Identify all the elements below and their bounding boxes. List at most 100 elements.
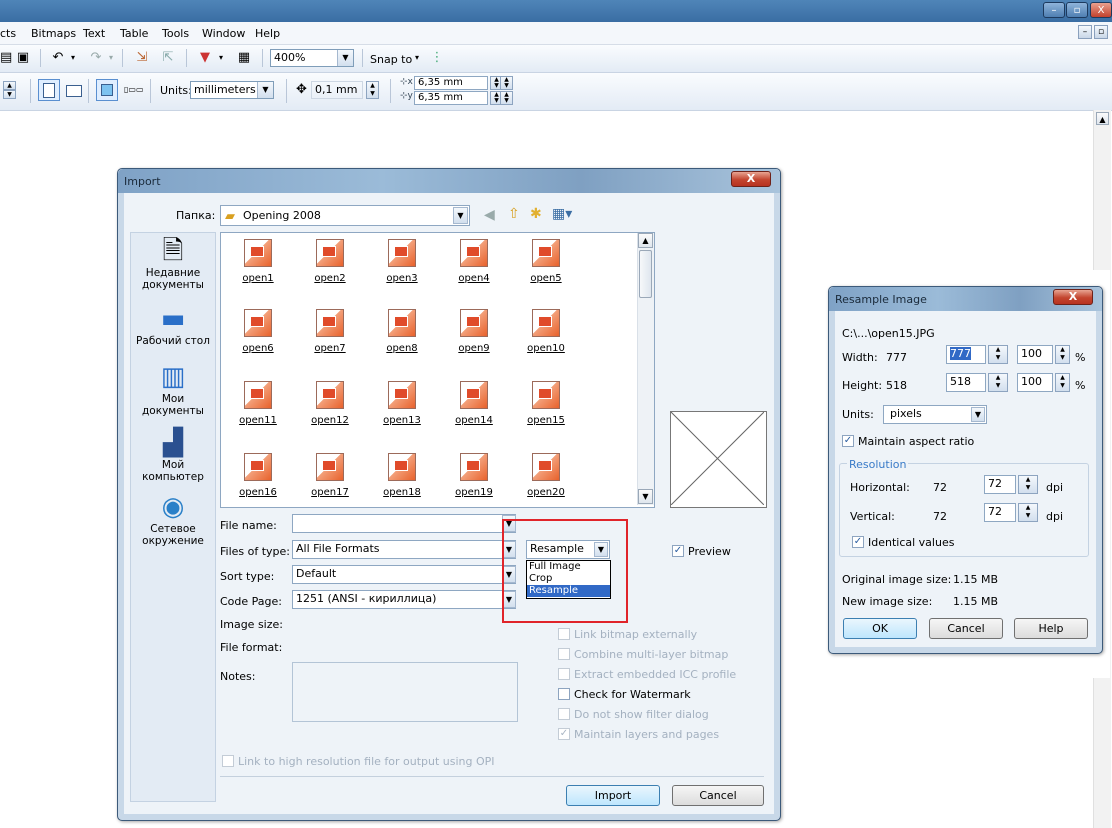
file-item-open5[interactable]: open5 [521, 239, 571, 284]
menu-help[interactable]: Help [255, 27, 280, 40]
scroll-down-icon[interactable]: ▼ [638, 489, 653, 504]
portrait-icon[interactable] [38, 79, 60, 101]
place-desktop[interactable]: ▬ Рабочий стол [133, 303, 213, 347]
file-item-open7[interactable]: open7 [305, 309, 355, 354]
horizontal-dpi-input[interactable]: 72 [984, 475, 1016, 494]
copy-icon[interactable]: ▤ [0, 49, 12, 67]
files-of-type-select[interactable]: All File Formats [292, 540, 516, 559]
restore-button[interactable]: ▫ [1066, 2, 1088, 18]
folder-select[interactable]: ▰ Opening 2008 ▼ [220, 205, 470, 226]
file-item-open9[interactable]: open9 [449, 309, 499, 354]
file-item-open19[interactable]: open19 [449, 453, 499, 498]
file-item-open1[interactable]: open1 [233, 239, 283, 284]
undo-icon[interactable]: ↶ [48, 49, 68, 67]
snap-dropdown-icon[interactable]: ▾ [412, 49, 422, 67]
options-icon[interactable]: ⋮ [428, 49, 446, 67]
units-select[interactable]: millimeters ▼ [190, 81, 274, 99]
link-bitmap-checkbox[interactable] [558, 628, 570, 640]
vertical-dpi-spinner[interactable]: ▲ ▼ [1018, 503, 1038, 522]
menu-text[interactable]: Text [83, 27, 105, 40]
file-item-open8[interactable]: open8 [377, 309, 427, 354]
horizontal-dpi-spinner[interactable]: ▲ ▼ [1018, 475, 1038, 494]
file-item-open18[interactable]: open18 [377, 453, 427, 498]
file-item-open13[interactable]: open13 [377, 381, 427, 426]
vertical-dpi-input[interactable]: 72 [984, 503, 1016, 522]
file-item-open3[interactable]: open3 [377, 239, 427, 284]
view-menu-icon[interactable]: ▦▾ [552, 206, 572, 222]
doc-minimize-button[interactable]: – [1078, 25, 1092, 39]
resample-cancel-button[interactable]: Cancel [929, 618, 1003, 639]
app-launcher-icon[interactable]: ▦ [234, 49, 254, 67]
file-item-open2[interactable]: open2 [305, 239, 355, 284]
redo-dropdown-icon[interactable]: ▾ [106, 49, 116, 67]
width-spinner[interactable]: ▲ ▼ [988, 345, 1008, 364]
close-button[interactable]: X [1090, 2, 1112, 18]
resample-close-button[interactable]: X [1053, 289, 1093, 305]
help-button[interactable]: Help [1014, 618, 1088, 639]
file-item-open20[interactable]: open20 [521, 453, 571, 498]
file-item-open14[interactable]: open14 [449, 381, 499, 426]
duplicate-x-spinner-2[interactable]: ▲ ▼ [500, 76, 513, 90]
menu-bitmaps[interactable]: Bitmaps [31, 27, 76, 40]
menu-table[interactable]: Table [120, 27, 148, 40]
publish-dropdown-icon[interactable]: ▾ [216, 49, 226, 67]
width-input[interactable]: 777 [946, 345, 986, 364]
height-percent-spinner[interactable]: ▲ ▼ [1055, 373, 1070, 392]
preview-checkbox[interactable]: ✓ [672, 545, 684, 557]
identical-values-checkbox[interactable]: ✓ [852, 536, 864, 548]
new-folder-icon[interactable]: ✱ [530, 206, 542, 222]
check-watermark-checkbox[interactable] [558, 688, 570, 700]
duplicate-y-field[interactable]: 6,35 mm [414, 91, 488, 105]
import-close-button[interactable]: X [731, 171, 771, 187]
doc-restore-button[interactable]: ▫ [1094, 25, 1108, 39]
combine-layers-checkbox[interactable] [558, 648, 570, 660]
place-network[interactable]: ◉ Сетевое окружение [133, 491, 213, 547]
export-icon[interactable]: ⇱ [158, 49, 178, 67]
file-item-open15[interactable]: open15 [521, 381, 571, 426]
file-item-open11[interactable]: open11 [233, 381, 283, 426]
import-button[interactable]: Import [566, 785, 660, 806]
minimize-button[interactable]: – [1043, 2, 1065, 18]
back-icon[interactable]: ◀ [484, 207, 495, 223]
place-documents[interactable]: ▥ Мои документы [133, 361, 213, 417]
height-percent-input[interactable]: 100 [1017, 373, 1053, 392]
publish-icon[interactable]: ▼ [196, 49, 214, 67]
file-item-open4[interactable]: open4 [449, 239, 499, 284]
file-list-scrollbar[interactable]: ▲ ▼ [637, 233, 654, 505]
up-folder-icon[interactable]: ⇧ [508, 206, 520, 222]
import-icon[interactable]: ⇲ [132, 49, 152, 67]
width-percent-input[interactable]: 100 [1017, 345, 1053, 364]
width-percent-spinner[interactable]: ▲ ▼ [1055, 345, 1070, 364]
code-page-select[interactable]: 1251 (ANSI - кириллица) [292, 590, 516, 609]
file-item-open6[interactable]: open6 [233, 309, 283, 354]
import-cancel-button[interactable]: Cancel [672, 785, 764, 806]
all-pages-icon[interactable] [96, 79, 118, 101]
current-page-icon[interactable]: ▯▭▭ [124, 85, 144, 95]
chevron-down-icon[interactable]: ▼ [453, 207, 468, 224]
file-list[interactable]: open1 open2 open3 open4 open5 open6 open… [220, 232, 655, 508]
height-spinner[interactable]: ▲ ▼ [988, 373, 1008, 392]
zoom-level-select[interactable]: 400% ▼ [270, 49, 354, 67]
file-item-open17[interactable]: open17 [305, 453, 355, 498]
file-item-open12[interactable]: open12 [305, 381, 355, 426]
scroll-thumb[interactable] [639, 250, 652, 298]
paste-icon[interactable]: ▣ [14, 49, 32, 67]
spin-up-icon[interactable]: ▲ [3, 81, 16, 90]
no-filter-dialog-checkbox[interactable] [558, 708, 570, 720]
resample-units-select[interactable]: pixels ▼ [883, 405, 987, 424]
extract-icc-checkbox[interactable] [558, 668, 570, 680]
redo-icon[interactable]: ↷ [86, 49, 106, 67]
ok-button[interactable]: OK [843, 618, 917, 639]
file-item-open16[interactable]: open16 [233, 453, 283, 498]
menu-window[interactable]: Window [202, 27, 245, 40]
place-computer[interactable]: ▟ Мой компьютер [133, 427, 213, 483]
nudge-distance-field[interactable]: 0,1 mm [311, 81, 363, 99]
file-name-input[interactable] [292, 514, 516, 533]
scroll-up-icon[interactable]: ▲ [638, 233, 653, 248]
duplicate-y-spinner-2[interactable]: ▲ ▼ [500, 91, 513, 105]
spin-down-icon[interactable]: ▼ [3, 90, 16, 99]
undo-dropdown-icon[interactable]: ▾ [68, 49, 78, 67]
scroll-up-icon[interactable]: ▲ [1096, 112, 1109, 125]
menu-tools[interactable]: Tools [162, 27, 189, 40]
nudge-spinner[interactable]: ▲ ▼ [366, 81, 379, 99]
